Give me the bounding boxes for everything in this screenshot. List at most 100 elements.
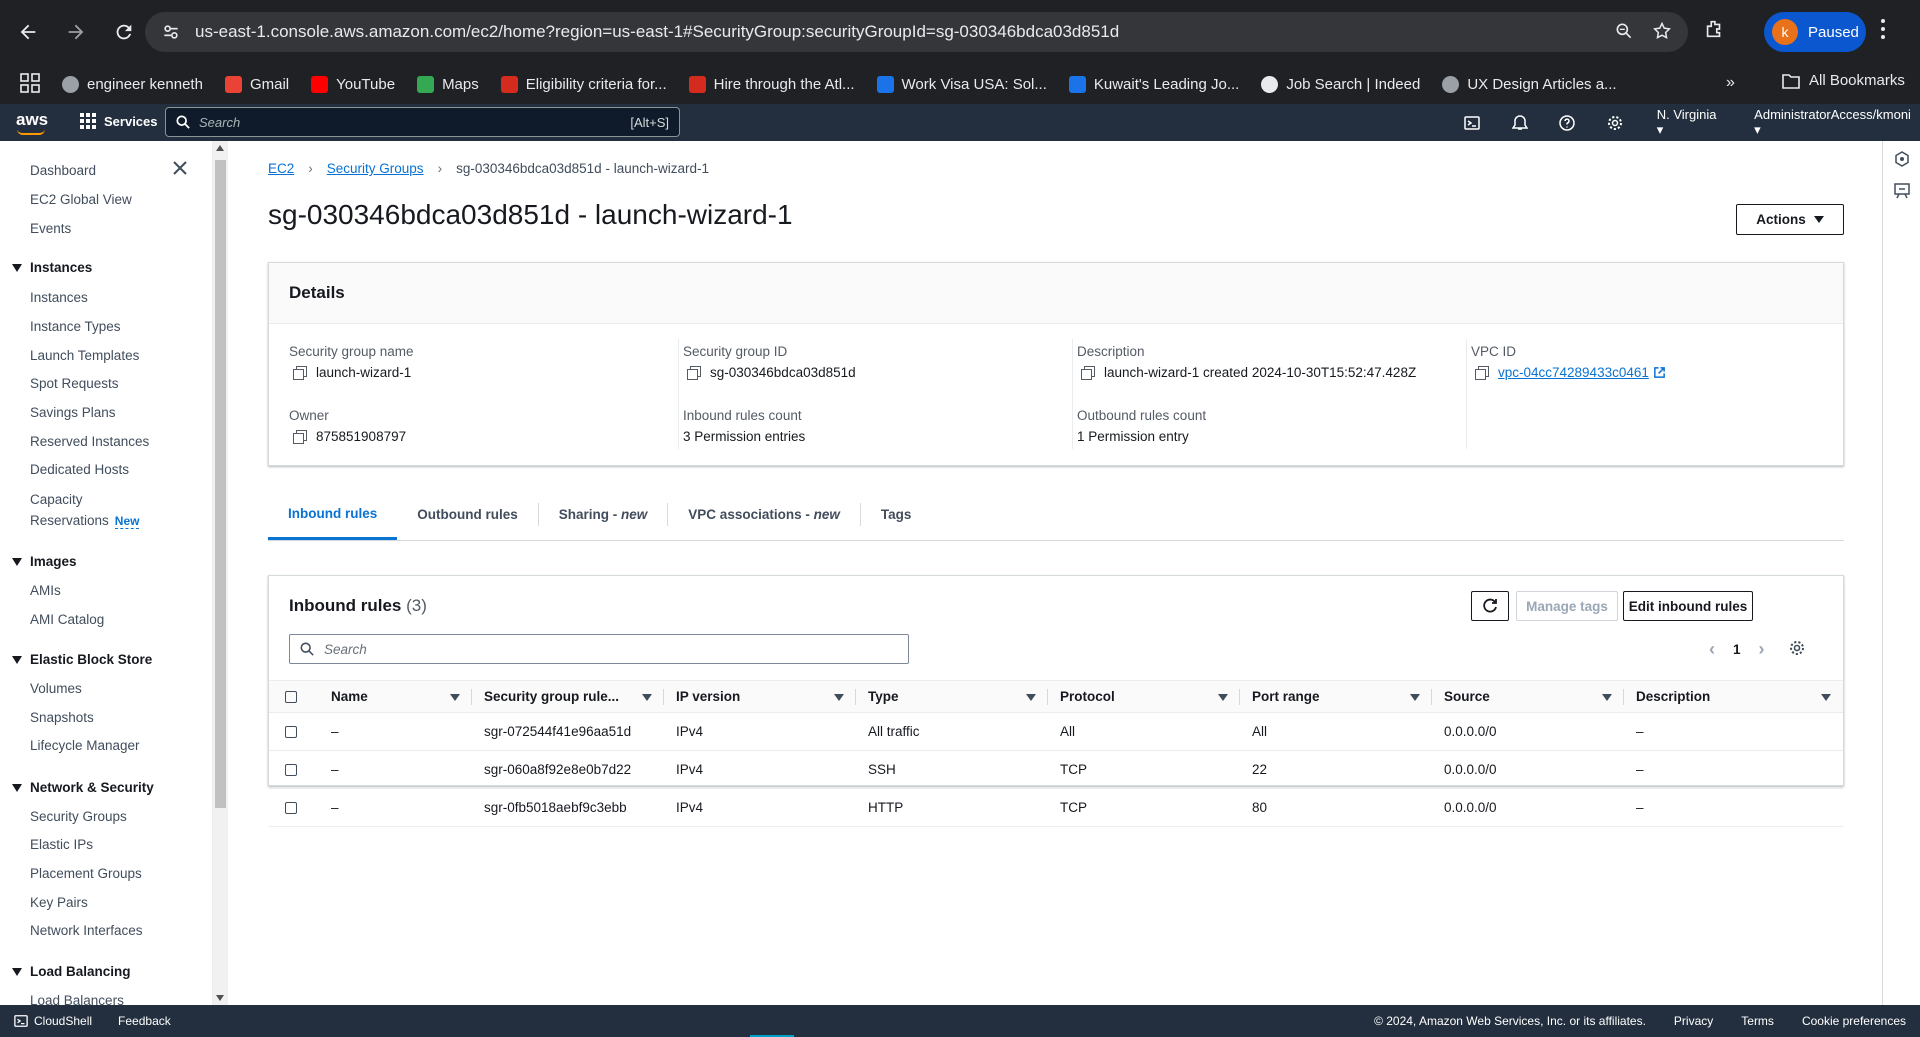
tab-sharing[interactable]: Sharing - new	[539, 489, 668, 540]
zoom-icon[interactable]	[1614, 21, 1634, 44]
tab-tags[interactable]: Tags	[861, 489, 932, 540]
sidebar-item-global-view[interactable]: EC2 Global View	[30, 192, 132, 207]
forward-button[interactable]	[52, 8, 100, 56]
table-row[interactable]: – sgr-060a8f92e8e0b7d22 IPv4 SSH TCP 22 …	[269, 750, 1843, 789]
terms-link[interactable]: Terms	[1741, 1014, 1774, 1028]
bookmark-item[interactable]: Hire through the Atl...	[688, 75, 855, 93]
bookmark-item[interactable]: Job Search | Indeed	[1261, 75, 1420, 93]
notifications-bell-icon[interactable]	[1496, 114, 1544, 131]
all-bookmarks[interactable]: All Bookmarks	[1782, 72, 1905, 89]
sidebar-item-lifecycle-manager[interactable]: Lifecycle Manager	[30, 738, 140, 753]
bookmark-item[interactable]: engineer kenneth	[62, 75, 203, 93]
sidebar-item-load-balancers[interactable]: Load Balancers	[30, 993, 124, 1005]
row-checkbox[interactable]	[285, 764, 297, 777]
page-number[interactable]: 1	[1733, 642, 1741, 657]
bookmark-item[interactable]: Kuwait's Leading Jo...	[1068, 75, 1239, 93]
reload-button[interactable]	[100, 8, 148, 56]
sort-caret-icon[interactable]	[834, 694, 844, 701]
row-checkbox[interactable]	[285, 726, 297, 739]
url-text[interactable]: us-east-1.console.aws.amazon.com/ec2/hom…	[195, 22, 1119, 42]
bookmark-item[interactable]: Work Visa USA: Sol...	[876, 75, 1047, 93]
aws-search-input[interactable]	[199, 114, 619, 130]
services-menu[interactable]: Services	[80, 113, 158, 129]
copy-icon[interactable]	[293, 430, 307, 444]
sort-caret-icon[interactable]	[1218, 694, 1228, 701]
address-bar[interactable]: us-east-1.console.aws.amazon.com/ec2/hom…	[145, 12, 1688, 52]
copy-icon[interactable]	[293, 366, 307, 380]
help-icon[interactable]	[1543, 114, 1591, 131]
col-ip-version[interactable]: IP version	[664, 680, 856, 713]
sort-caret-icon[interactable]	[1602, 694, 1612, 701]
bookmark-item[interactable]: UX Design Articles a...	[1442, 75, 1617, 93]
rules-search-box[interactable]	[289, 634, 909, 664]
region-selector[interactable]: N. Virginia ▾	[1657, 107, 1726, 138]
sidebar-item-instance-types[interactable]: Instance Types	[30, 319, 121, 334]
table-row[interactable]: – sgr-072544f41e96aa51d IPv4 All traffic…	[269, 712, 1843, 751]
account-menu[interactable]: AdministratorAccess/kmoni ▾	[1754, 107, 1920, 138]
rules-search-input[interactable]	[324, 641, 884, 657]
sort-caret-icon[interactable]	[1821, 694, 1831, 701]
sidebar-item-capacity[interactable]: Capacity	[30, 492, 83, 507]
privacy-link[interactable]: Privacy	[1674, 1014, 1713, 1028]
cloudshell-icon[interactable]	[1448, 115, 1496, 131]
back-button[interactable]	[4, 8, 52, 56]
actions-button[interactable]: Actions	[1736, 204, 1844, 235]
table-row[interactable]: – sgr-0fb5018aebf9c3ebb IPv4 HTTP TCP 80…	[269, 788, 1843, 827]
sidebar-section-ebs[interactable]: Elastic Block Store	[12, 652, 152, 667]
cloudshell-button[interactable]: CloudShell	[14, 1014, 92, 1028]
col-description[interactable]: Description	[1624, 680, 1843, 713]
col-name[interactable]: Name	[319, 680, 472, 713]
sidebar-item-elastic-ips[interactable]: Elastic IPs	[30, 837, 93, 852]
col-source[interactable]: Source	[1432, 680, 1624, 713]
sidebar-item-security-groups[interactable]: Security Groups	[30, 809, 127, 824]
site-settings-icon[interactable]	[151, 12, 191, 52]
col-protocol[interactable]: Protocol	[1048, 680, 1240, 713]
sidebar-item-placement-groups[interactable]: Placement Groups	[30, 866, 142, 881]
sidebar-item-network-interfaces[interactable]: Network Interfaces	[30, 923, 143, 938]
tab-inbound-rules[interactable]: Inbound rules	[268, 489, 398, 540]
apps-grid-icon[interactable]	[20, 73, 42, 95]
tab-outbound-rules[interactable]: Outbound rules	[397, 489, 538, 540]
sidebar-item-amis[interactable]: AMIs	[30, 583, 61, 598]
sidebar-section-load-balancing[interactable]: Load Balancing	[12, 964, 131, 979]
external-link-icon[interactable]	[1653, 366, 1666, 379]
sidebar-section-network-security[interactable]: Network & Security	[12, 780, 154, 795]
bookmark-item[interactable]: Gmail	[224, 75, 289, 93]
bookmarks-overflow-icon[interactable]: »	[1726, 74, 1735, 92]
sidebar-item-ami-catalog[interactable]: AMI Catalog	[30, 612, 104, 627]
sidebar-item-spot-requests[interactable]: Spot Requests	[30, 376, 119, 391]
scroll-up-icon[interactable]	[216, 145, 224, 151]
scroll-down-icon[interactable]	[216, 995, 224, 1001]
cookie-preferences-link[interactable]: Cookie preferences	[1802, 1014, 1906, 1028]
col-rule-id[interactable]: Security group rule...	[472, 680, 664, 713]
manage-tags-button[interactable]: Manage tags	[1516, 591, 1618, 621]
bookmark-item[interactable]: Eligibility criteria for...	[500, 75, 667, 93]
sort-caret-icon[interactable]	[450, 694, 460, 701]
bookmark-item[interactable]: YouTube	[311, 75, 395, 93]
sidebar-section-instances[interactable]: Instances	[12, 260, 92, 275]
profile-button[interactable]: k Paused	[1764, 12, 1866, 52]
bookmark-item[interactable]: Maps	[417, 75, 479, 93]
edit-inbound-rules-button[interactable]: Edit inbound rules	[1623, 591, 1753, 621]
sidebar-item-reserved-instances[interactable]: Reserved Instances	[30, 434, 149, 449]
sidebar-item-instances[interactable]: Instances	[30, 290, 88, 305]
aws-logo[interactable]: aws	[16, 110, 48, 135]
col-port-range[interactable]: Port range	[1240, 680, 1432, 713]
scroll-thumb[interactable]	[215, 160, 226, 808]
copy-icon[interactable]	[687, 366, 701, 380]
sidebar-item-reservations[interactable]: Reservations New	[30, 513, 140, 529]
sidebar-item-dedicated-hosts[interactable]: Dedicated Hosts	[30, 462, 129, 477]
sort-caret-icon[interactable]	[1410, 694, 1420, 701]
extensions-icon[interactable]	[1703, 18, 1725, 43]
copy-icon[interactable]	[1081, 366, 1095, 380]
sidebar-item-events[interactable]: Events	[30, 221, 71, 236]
feedback-panel-icon[interactable]	[1894, 183, 1910, 202]
table-preferences-icon[interactable]	[1789, 640, 1805, 659]
chevron-right-icon[interactable]: ›	[1759, 639, 1765, 660]
col-type[interactable]: Type	[856, 680, 1048, 713]
chevron-left-icon[interactable]: ‹	[1709, 639, 1715, 660]
more-menu-icon[interactable]	[1880, 18, 1886, 43]
sidebar-section-images[interactable]: Images	[12, 554, 77, 569]
sidebar-item-launch-templates[interactable]: Launch Templates	[30, 348, 139, 363]
sidebar-item-volumes[interactable]: Volumes	[30, 681, 82, 696]
